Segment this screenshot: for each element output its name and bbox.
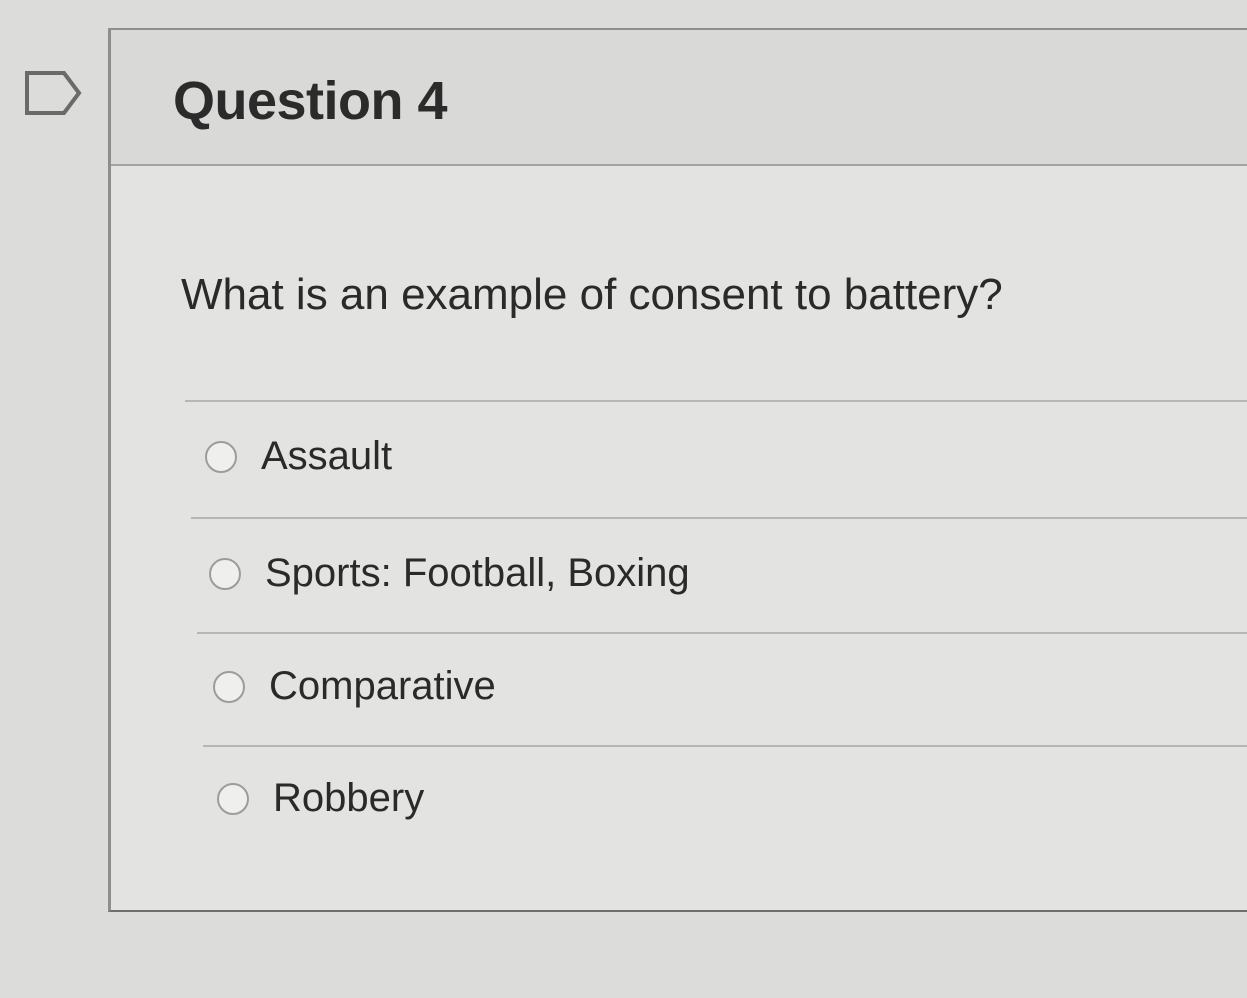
radio-button[interactable] xyxy=(209,557,241,590)
question-header: Question 4 xyxy=(111,30,1247,166)
answer-label: Sports: Football, Boxing xyxy=(265,551,690,595)
answer-option-robbery[interactable]: Robbery xyxy=(217,776,424,821)
question-title: Question 4 xyxy=(173,71,448,131)
option-divider xyxy=(197,632,1247,634)
answer-option-assault[interactable]: Assault xyxy=(205,434,392,479)
option-divider xyxy=(203,745,1247,747)
question-prompt: What is an example of consent to battery… xyxy=(181,270,1003,319)
question-card: Question 4 What is an example of consent… xyxy=(108,28,1247,912)
radio-button[interactable] xyxy=(205,440,237,473)
answer-label: Robbery xyxy=(273,776,425,820)
option-divider xyxy=(185,400,1247,402)
answer-label: Assault xyxy=(261,434,393,478)
answer-option-sports[interactable]: Sports: Football, Boxing xyxy=(209,551,690,596)
radio-button[interactable] xyxy=(217,782,249,815)
answer-label: Comparative xyxy=(269,664,496,708)
option-divider xyxy=(191,517,1247,519)
radio-button[interactable] xyxy=(213,670,245,703)
answer-option-comparative[interactable]: Comparative xyxy=(213,664,496,709)
flag-icon[interactable] xyxy=(24,70,82,116)
